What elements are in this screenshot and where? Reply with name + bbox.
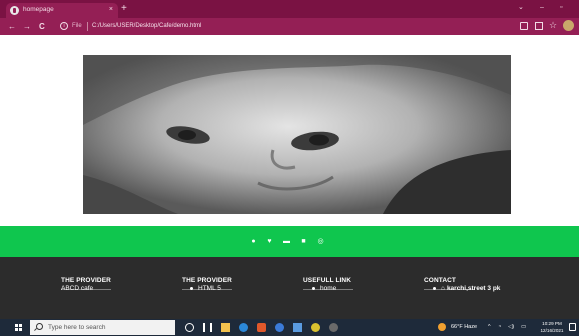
back-button[interactable]: ← (8, 21, 16, 32)
twitter-icon[interactable]: ♥ (265, 237, 274, 246)
taskbar-search-box[interactable]: Type here to search (30, 320, 175, 335)
os-taskbar: Type here to search 66°F Haze ^ ◔ ◁) ▭ 1… (0, 319, 579, 336)
profile-avatar[interactable] (563, 20, 574, 31)
network-icon[interactable]: ◔ (498, 322, 501, 333)
language-icon[interactable]: ▭ (521, 322, 526, 333)
cortana-icon[interactable] (185, 323, 194, 332)
page-favicon-icon (10, 6, 19, 15)
tab-close-button[interactable]: × (109, 4, 113, 16)
app-icon[interactable] (311, 323, 320, 332)
settings-icon[interactable] (329, 323, 338, 332)
weather-text[interactable]: 66°F Haze (451, 322, 477, 333)
volume-icon[interactable]: ◁) (508, 322, 514, 333)
footer-list-item[interactable]: HTML 5 (190, 285, 221, 292)
bullet-icon (312, 286, 315, 290)
footer-contact-item: ⌂ karchi,street 3 pk (433, 285, 500, 292)
search-icon (36, 323, 43, 330)
restore-button[interactable]: ▫ (560, 2, 562, 14)
chrome-icon[interactable] (275, 323, 284, 332)
collections-icon[interactable] (535, 22, 543, 30)
social-bar: ● ♥ ▬ ■ ◎ (0, 226, 579, 257)
browser-tab-bar: homepage × + ⌄ – ▫ (0, 0, 579, 18)
baby-photo (83, 55, 511, 214)
youtube-icon[interactable]: ■ (299, 237, 308, 246)
clock-time: 10:29 PM (542, 321, 562, 326)
url-field[interactable]: i File C:/Users/USER/Desktop/Cafe/demo.h… (57, 20, 504, 33)
minimize-button[interactable]: – (540, 2, 544, 14)
browser-address-bar: ← → C i File C:/Users/USER/Desktop/Cafe/… (0, 18, 579, 35)
home-icon: ⌂ (441, 285, 445, 292)
web-page: ● ♥ ▬ ■ ◎ THE PROVIDER ABCD cafe THE PRO… (0, 35, 579, 319)
weather-icon[interactable] (438, 323, 446, 331)
facebook-icon[interactable]: ● (249, 237, 258, 246)
screen: homepage × + ⌄ – ▫ ← → C i File C:/Users… (0, 0, 579, 336)
footer-heading: CONTACT (424, 277, 456, 284)
edge-icon[interactable] (239, 323, 248, 332)
tab-homepage[interactable]: homepage × (6, 3, 118, 18)
search-placeholder: Type here to search (48, 324, 106, 331)
tab-list-dropdown-icon[interactable]: ⌄ (518, 2, 524, 14)
address-divider (87, 22, 88, 31)
footer-list-item[interactable]: home (312, 285, 336, 292)
clock-date: 12/16/2021 (540, 328, 564, 333)
info-icon[interactable]: i (60, 22, 68, 30)
site-footer: THE PROVIDER ABCD cafe THE PROVIDER HTML… (0, 257, 579, 319)
new-tab-button[interactable]: + (121, 2, 127, 15)
extensions-icon[interactable] (520, 22, 528, 30)
reload-button[interactable]: C (39, 21, 45, 32)
footer-item[interactable]: ABCD cafe (61, 285, 93, 292)
scheme-label: File (72, 23, 82, 29)
tray-expand-icon[interactable]: ^ (488, 322, 491, 333)
tab-title: homepage (23, 6, 54, 13)
bullet-icon (190, 286, 193, 290)
store-icon[interactable] (293, 323, 302, 332)
url-text[interactable]: C:/Users/USER/Desktop/Cafe/demo.html (92, 21, 201, 32)
footer-link-label: HTML 5 (198, 285, 221, 292)
footer-link-label: home (320, 285, 337, 292)
instagram-icon[interactable]: ◎ (316, 237, 325, 246)
task-view-icon[interactable] (203, 323, 212, 332)
notification-icon[interactable] (569, 323, 576, 331)
bullet-icon (433, 286, 436, 290)
hero-image (83, 55, 511, 214)
mail-icon[interactable]: ▬ (282, 237, 291, 246)
footer-heading: THE PROVIDER (182, 277, 232, 284)
windows-start-icon[interactable] (15, 324, 22, 331)
system-clock[interactable]: 10:29 PM 12/16/2021 (537, 320, 567, 334)
footer-heading: THE PROVIDER (61, 277, 111, 284)
forward-button[interactable]: → (23, 21, 31, 32)
footer-heading: USEFULL LINK (303, 277, 352, 284)
file-explorer-icon[interactable] (221, 323, 230, 332)
shield-app-icon[interactable] (257, 323, 266, 332)
contact-address: karchi,street 3 pk (446, 285, 501, 292)
favorite-star-icon[interactable]: ☆ (549, 20, 559, 30)
